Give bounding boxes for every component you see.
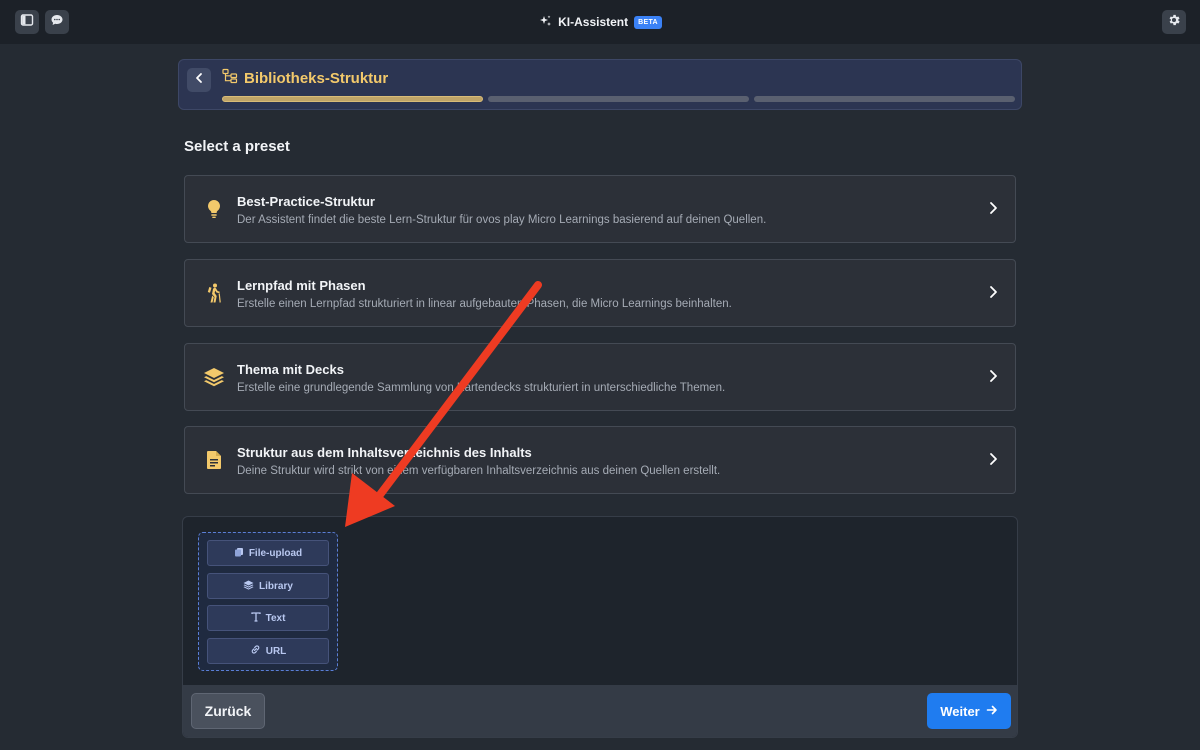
chevron-left-icon (193, 71, 205, 89)
progress-step-2 (488, 96, 749, 102)
document-icon (203, 449, 225, 471)
next-button-label: Weiter (940, 703, 980, 719)
preset-title: Thema mit Decks (237, 362, 344, 377)
lightbulb-icon (203, 198, 225, 220)
link-icon (250, 644, 261, 658)
settings-button[interactable] (1162, 10, 1186, 34)
files-icon (234, 547, 244, 560)
text-label: Text (265, 612, 286, 624)
preset-best-practice[interactable]: Best-Practice-Struktur Der Assistent fin… (184, 175, 1016, 243)
chevron-right-icon (985, 284, 1001, 300)
chat-bubble-icon (50, 13, 64, 32)
preset-description: Der Assistent findet die beste Lern-Stru… (237, 214, 767, 226)
section-title: Select a preset (184, 138, 290, 155)
text-button[interactable]: Text (207, 605, 329, 631)
beta-badge: BETA (634, 15, 662, 29)
back-button[interactable]: Zurück (191, 693, 265, 729)
page-title-text: Bibliotheks-Struktur (244, 69, 389, 87)
layers-icon (243, 580, 254, 593)
top-bar: KI-Assistent BETA (0, 0, 1200, 44)
url-label: URL (265, 645, 287, 657)
progress-step-1 (222, 96, 483, 102)
preset-description: Erstelle einen Lernpfad strukturiert in … (237, 298, 732, 310)
chat-button[interactable] (45, 10, 69, 34)
next-button[interactable]: Weiter (927, 693, 1011, 729)
chevron-right-icon (985, 200, 1001, 216)
step-progress (222, 96, 1015, 102)
app-title: KI-Assistent BETA (538, 14, 662, 31)
library-button[interactable]: Library (207, 573, 329, 599)
header-back-button[interactable] (187, 68, 211, 92)
wizard-header: Bibliotheks-Struktur (178, 59, 1022, 110)
arrow-right-icon (986, 704, 998, 719)
preset-title: Lernpfad mit Phasen (237, 278, 366, 293)
preset-description: Deine Struktur wird strikt von einem ver… (237, 465, 721, 477)
url-button[interactable]: URL (207, 638, 329, 664)
app-title-text: KI-Assistent (558, 15, 629, 29)
page-title: Bibliotheks-Struktur (222, 68, 388, 88)
preset-topic-decks[interactable]: Thema mit Decks Erstelle eine grundlegen… (184, 343, 1016, 411)
preset-title: Best-Practice-Struktur (237, 194, 375, 209)
preset-title: Struktur aus dem Inhaltsverzeichnis des … (237, 445, 532, 460)
preset-learning-path[interactable]: Lernpfad mit Phasen Erstelle einen Lernp… (184, 259, 1016, 327)
hiker-icon (203, 282, 225, 304)
gear-icon (1167, 13, 1181, 32)
file-upload-label: File-upload (248, 547, 303, 559)
preset-description: Erstelle eine grundlegende Sammlung von … (237, 382, 726, 394)
chevron-right-icon (985, 451, 1001, 467)
chevron-right-icon (985, 368, 1001, 384)
text-icon (250, 611, 261, 625)
preset-table-of-contents[interactable]: Struktur aus dem Inhaltsverzeichnis des … (184, 426, 1016, 494)
layers-icon (203, 366, 225, 388)
library-label: Library (259, 580, 293, 592)
panel-footer: Zurück Weiter (183, 685, 1017, 737)
sparkles-icon (538, 14, 552, 31)
sidebar-icon (20, 13, 34, 32)
sidebar-toggle-button[interactable] (15, 10, 39, 34)
structure-icon (222, 68, 238, 88)
file-upload-button[interactable]: File-upload (207, 540, 329, 566)
source-input-panel: File-upload Library Text URL Zurück Weit… (182, 516, 1018, 738)
progress-step-3 (754, 96, 1015, 102)
source-dropzone[interactable]: File-upload Library Text URL (198, 532, 338, 671)
